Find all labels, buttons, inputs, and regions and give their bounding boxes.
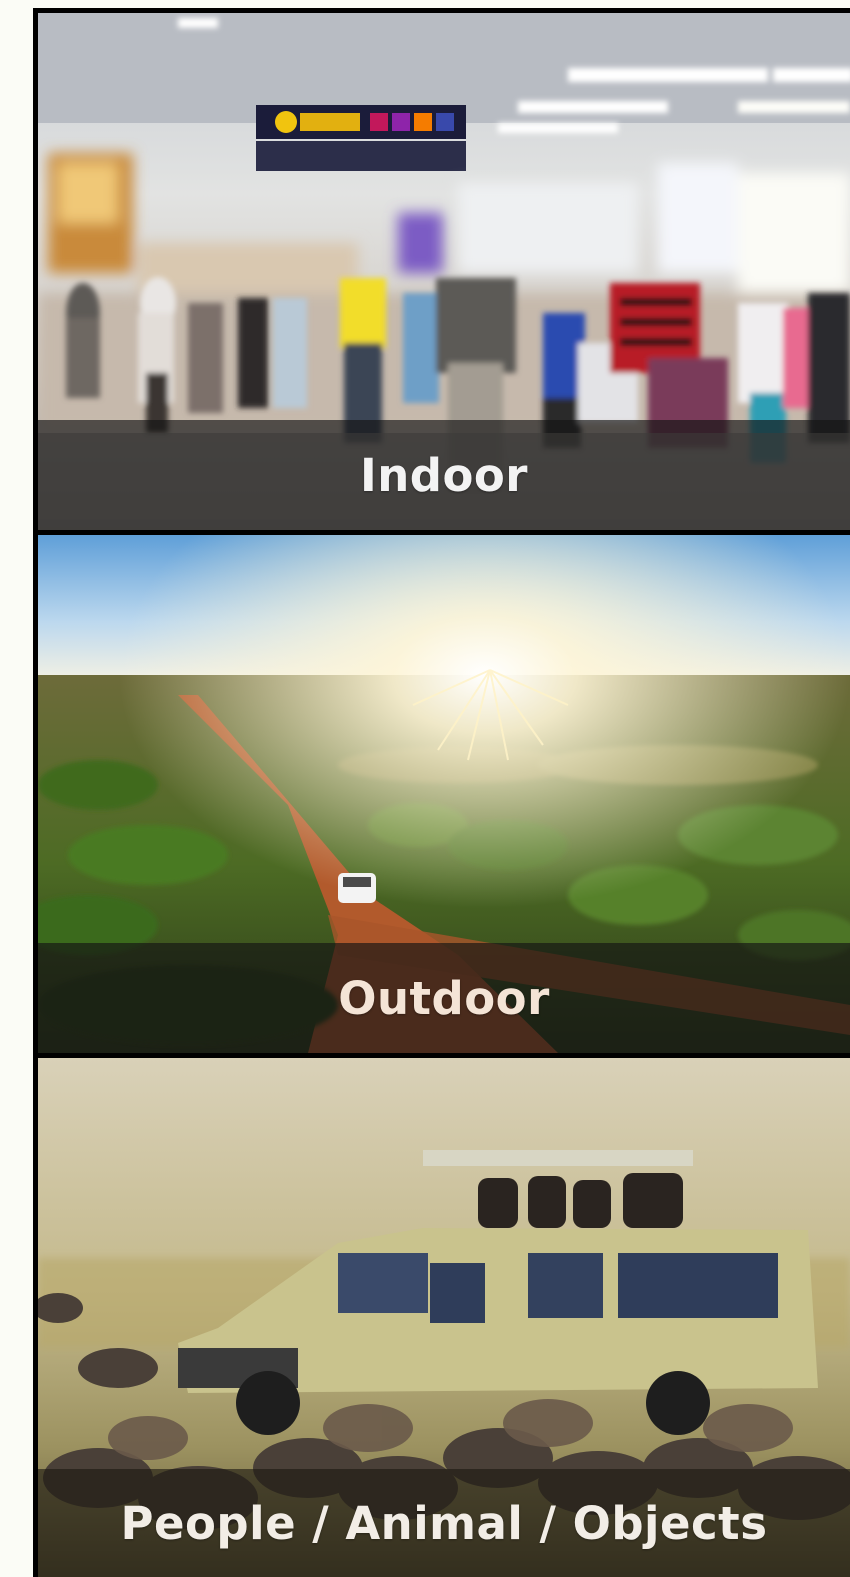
category-label-people-animal-objects: People / Animal / Objects [120, 1496, 768, 1550]
category-card-indoor[interactable]: Indoor [38, 13, 850, 530]
category-card-people-animal-objects[interactable]: People / Animal / Objects [38, 1058, 850, 1577]
category-caption: Indoor [38, 420, 850, 530]
category-label-outdoor: Outdoor [338, 971, 550, 1025]
category-caption: People / Animal / Objects [38, 1469, 850, 1577]
category-label-indoor: Indoor [359, 448, 528, 502]
page: Indoor Outdoor People / Animal / Objects [0, 0, 850, 1577]
category-caption: Outdoor [38, 943, 850, 1053]
category-card-outdoor[interactable]: Outdoor [38, 535, 850, 1053]
category-gallery: Indoor Outdoor People / Animal / Objects [33, 8, 850, 1577]
